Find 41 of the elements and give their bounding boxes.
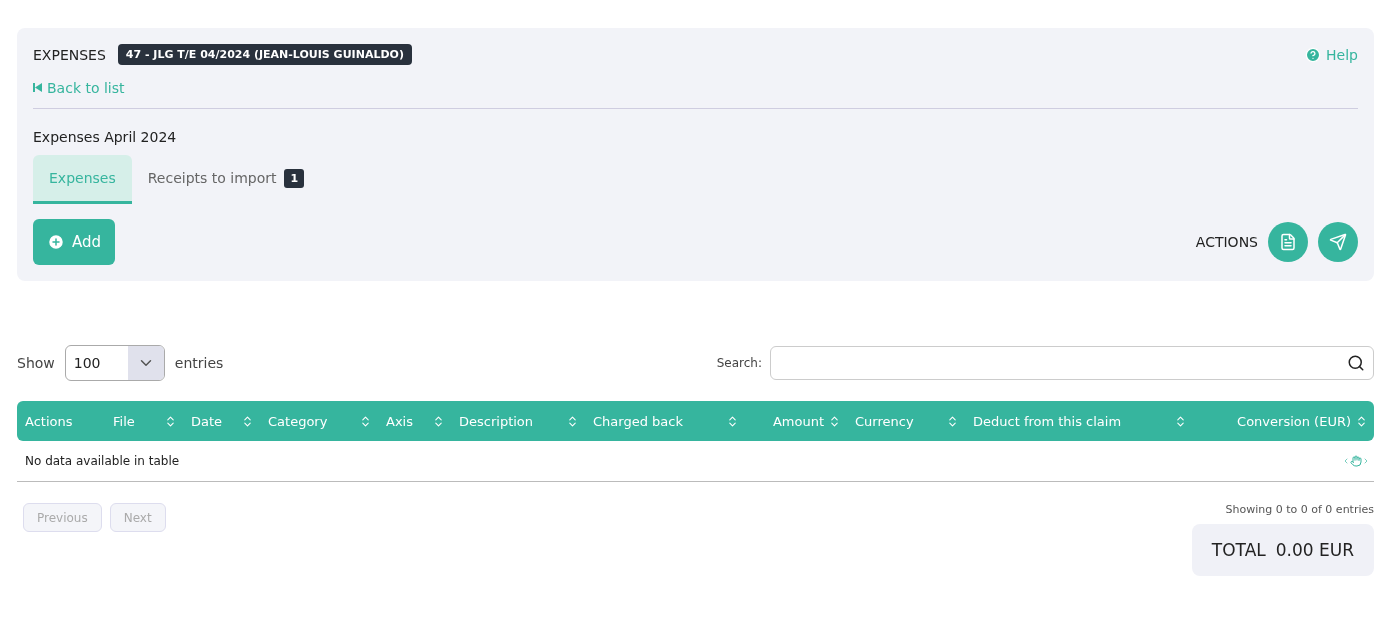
pdf-file-icon: [1279, 233, 1297, 251]
total-value: 0.00 EUR: [1275, 540, 1354, 560]
show-label: Show: [17, 355, 55, 371]
column-header: Actions: [24, 412, 74, 431]
column-header[interactable]: Currency: [847, 401, 965, 441]
column-header[interactable]: Description: [451, 401, 585, 441]
column-header[interactable]: Date: [183, 401, 260, 441]
search-icon: [1347, 354, 1365, 372]
column-header[interactable]: File: [105, 401, 183, 441]
total-label: TOTAL: [1211, 540, 1266, 560]
column-header[interactable]: Conversion (EUR): [1193, 401, 1374, 441]
search-field[interactable]: [770, 346, 1374, 380]
column-header[interactable]: Category: [260, 401, 378, 441]
plus-icon: [47, 233, 65, 251]
scroll-hint-icon: [1342, 455, 1370, 467]
back-link[interactable]: Back to list: [33, 79, 125, 96]
column-header[interactable]: Deduct from this claim: [965, 401, 1193, 441]
help-link[interactable]: Help: [1305, 46, 1358, 63]
entries-label: entries: [174, 355, 224, 371]
skip-back-icon: [33, 83, 42, 92]
column-header[interactable]: Axis: [378, 401, 451, 441]
section-title: Expenses April 2024: [33, 129, 178, 145]
tab[interactable]: Expenses: [33, 155, 132, 204]
pagination-info: Showing 0 to 0 of 0 entries: [1225, 503, 1374, 516]
previous-button[interactable]: Previous: [23, 503, 102, 532]
pdf-button[interactable]: [1268, 222, 1308, 262]
help-icon: [1305, 46, 1322, 63]
page-title: EXPENSES: [33, 46, 106, 63]
actions-label: ACTIONS: [1195, 234, 1258, 250]
send-icon: [1329, 233, 1347, 251]
add-button[interactable]: Add: [33, 219, 116, 265]
claim-badge: 47 - JLG T/E 04/2024 (JEAN-LOUIS GUINALDO): [117, 44, 412, 65]
column-header[interactable]: Charged back: [585, 401, 745, 441]
empty-message: No data available in table: [25, 454, 180, 468]
count-badge: 1: [284, 168, 305, 188]
send-button[interactable]: [1318, 222, 1358, 262]
tab[interactable]: Receipts to import 1: [131, 155, 321, 204]
next-button[interactable]: Next: [109, 503, 166, 532]
entries-select[interactable]: 100: [64, 345, 165, 381]
search-label: Search:: [716, 356, 762, 370]
column-header[interactable]: Amount: [745, 401, 847, 441]
